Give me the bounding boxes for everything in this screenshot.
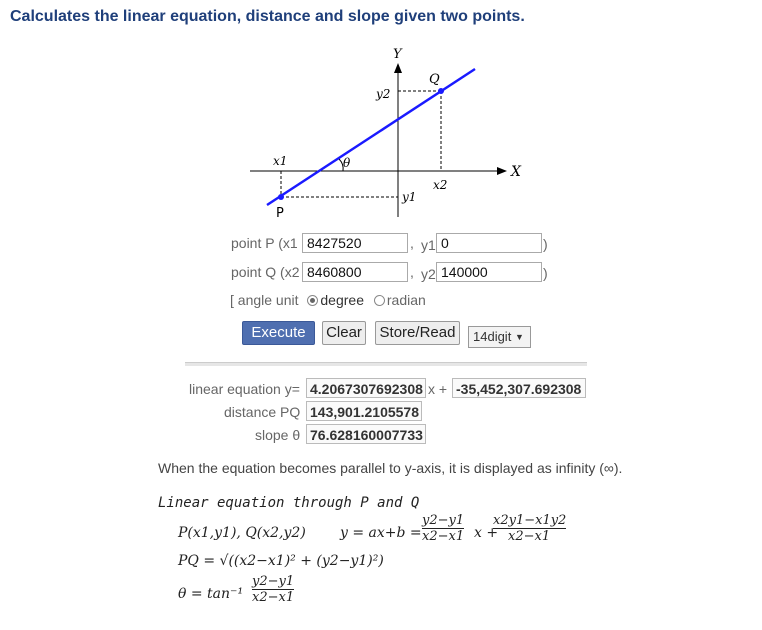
close-paren-1: ) [543,236,548,252]
y2-field-label: y2 [421,266,436,282]
p-label: P [276,206,284,221]
slope-label: slope θ [255,427,301,443]
x1-input[interactable] [302,233,408,253]
formula-theta-prefix: θ = tan⁻¹ [178,586,244,602]
x1-label: x1 [273,154,287,168]
x2-label: x2 [433,178,447,192]
store-read-button[interactable]: Store/Read [375,321,460,345]
x-plus-label: x + [428,381,448,397]
chevron-down-icon: ▼ [514,332,524,342]
y-axis-label: Y [393,47,403,62]
slope-coef-output: 4.2067307692308 [306,378,426,398]
radian-radio[interactable] [373,295,385,306]
radian-label: radian [386,292,426,308]
distance-label: distance PQ [224,404,301,420]
linear-equation-label: linear equation y= [189,381,300,397]
point-q-label: point Q (x2 [231,264,300,280]
degree-label: degree [320,292,364,308]
point-q [438,88,444,94]
formula-eq-prefix: y = ax+b = [340,525,422,541]
x2-input[interactable] [302,262,408,282]
x-axis-label: X [510,164,522,180]
x-axis-arrow [497,167,507,175]
angle-unit-row: [ angle unit degree radian [230,292,426,308]
comma-1: , [410,235,414,251]
q-label: Q [429,72,440,87]
digits-select[interactable]: 14digit ▼ [468,326,531,348]
coordinate-diagram: X Y P Q x1 x2 y1 y2 θ [250,47,522,221]
point-p [278,194,284,200]
y-axis-arrow [394,63,402,73]
formula-theta-den: x2−x1 [252,590,295,605]
angle-unit-label: [ angle unit [230,292,299,308]
close-paren-2: ) [543,265,548,281]
slope-output: 76.628160007733 [306,424,426,444]
formula-frac2-num: x2y1−x1y2 [493,513,567,529]
execute-button[interactable]: Execute [242,321,315,345]
distance-output: 143,901.2105578 [306,401,422,421]
comma-2: , [410,264,414,280]
formula-frac2-den: x2−x1 [508,529,551,544]
y1-field-label: y1 [421,237,436,253]
formula-frac1-den: x2−x1 [422,529,465,544]
clear-button[interactable]: Clear [322,321,366,345]
digits-value: 14digit [473,329,512,344]
theta-label: θ [343,156,351,170]
y1-input[interactable] [436,233,542,253]
formula-distance: PQ = √((x2−x1)² + (y2−y1)²) [178,553,384,569]
y2-label: y2 [375,87,390,101]
formula-frac1-num: y2−y1 [422,513,465,529]
divider [185,362,587,366]
infinity-note: When the equation becomes parallel to y-… [158,460,623,476]
page-title: Calculates the linear equation, distance… [10,8,525,25]
degree-radio[interactable] [307,295,319,306]
formula-points: P(x1,y1), Q(x2,y2) [178,525,306,541]
y2-input[interactable] [436,262,542,282]
intercept-output: -35,452,307.692308 [452,378,586,398]
formula-theta-num: y2−y1 [252,574,295,590]
y1-label: y1 [401,190,416,204]
formula-heading: Linear equation through P and Q [158,495,420,511]
point-p-label: point P (x1 [231,235,298,251]
